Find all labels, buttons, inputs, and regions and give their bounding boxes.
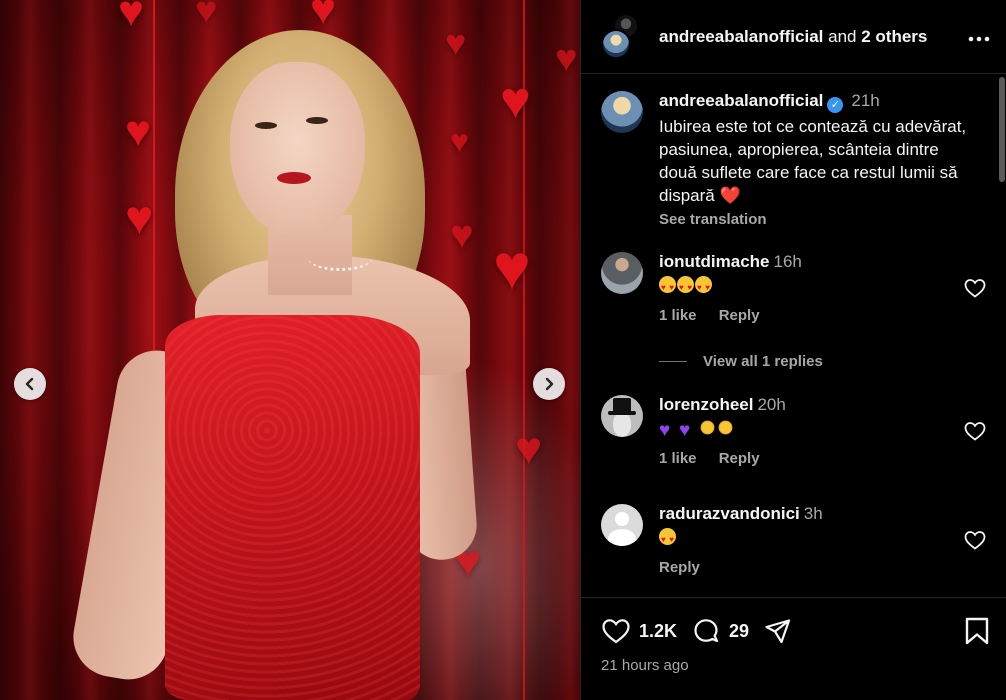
collab-avatars[interactable] [601,12,641,59]
comment-icon[interactable] [691,616,721,646]
comment-time: 3h [803,504,823,523]
heart-decoration: ♥ [310,0,337,34]
avatar[interactable] [601,395,643,437]
eye [306,117,328,124]
sun-emoji [699,419,716,436]
comment-meta: 1 like Reply [659,307,969,324]
heart-icon[interactable] [963,276,987,300]
bookmark-icon[interactable] [963,616,991,646]
eye [255,122,277,129]
heart-decoration: ♥ [555,38,578,80]
comment-text [659,526,969,551]
view-replies-button[interactable]: View all 1 replies [659,353,823,370]
avatar[interactable] [601,28,631,59]
more-options-icon [968,36,990,42]
post-header: andreeabalanofficial and 2 others [581,0,1006,74]
heart-icon[interactable] [963,419,987,443]
comment-time: 20h [757,395,786,414]
post-actions: 1.2K 29 21 hours ago [581,597,1006,700]
necklace [308,245,372,271]
heart-decoration: ♥ [118,0,145,36]
verified-badge-icon: ✓ [827,97,844,113]
purple-heart-emoji: ♥ [659,420,671,441]
caption-time[interactable]: 21h [851,91,879,110]
red-dress [165,315,420,700]
heart-decoration: ♥ [125,192,154,245]
heart-decoration: ♥ [195,0,218,32]
heart-decoration: ♥ [450,123,469,159]
heart-decoration: ♥ [450,213,474,257]
default-avatar-body [608,529,636,546]
avatar[interactable] [601,91,643,133]
reply-button[interactable]: Reply [659,559,700,576]
top-hat-brim [608,411,636,415]
heart-eyes-emoji [659,528,676,551]
comment-count: 29 [729,620,750,641]
comment-username[interactable]: lorenzoheel [659,395,753,414]
heart-decoration: ♥ [125,107,152,156]
comment-username[interactable]: ionutdimache [659,252,770,271]
header-username[interactable]: andreeabalanofficial [659,27,823,46]
heart-icon[interactable] [963,528,987,552]
post-image[interactable]: ♥ ♥ ♥ ♥ ♥ ♥ ♥ ♥ ♥ ♥ ♥ ♥ ♥ ♥ ♥ ♥ [0,0,580,700]
avatar[interactable] [601,252,643,294]
comment-meta: 1 like Reply [659,450,969,467]
comment-likes[interactable]: 1 like [659,307,697,324]
caption-username[interactable]: andreeabalanofficial [659,91,823,110]
purple-heart-emoji: ♥ [679,420,691,441]
prev-image-button[interactable] [14,368,46,400]
top-hat [613,398,631,412]
default-avatar-head [615,512,629,526]
chevron-right-icon [545,377,554,391]
face [230,62,365,237]
comment-meta: Reply [659,559,969,576]
reply-button[interactable]: Reply [719,307,760,324]
comment-likes[interactable]: 1 like [659,450,697,467]
comments-list[interactable]: andreeabalanofficial ✓ 21h Iubirea este to… [581,75,1006,596]
heart-eyes-emoji [659,276,676,299]
avatar[interactable] [601,504,643,546]
heart-icon[interactable] [601,616,631,646]
like-count[interactable]: 1.2K [639,621,677,642]
lips [277,172,311,184]
view-replies-label: View all 1 replies [703,353,823,370]
action-row: 1.2K 29 [601,616,793,646]
heart-decoration: ♥ [500,72,531,130]
see-translation-link[interactable]: See translation [659,211,969,228]
header-connector: and [828,26,857,46]
post-side-panel: andreeabalanofficial and 2 others andree… [580,0,1006,700]
heart-decoration: ♥ [445,22,467,63]
comment-text: ♥ ♥ [659,417,969,440]
scrollbar[interactable] [999,77,1005,182]
caption-text: Iubirea este tot ce contează cu adevărat… [659,117,967,205]
post-timestamp[interactable]: 21 hours ago [601,657,689,674]
heart-eyes-emoji [677,276,694,299]
heart-eyes-emoji [695,276,712,299]
more-options-button[interactable] [968,25,990,48]
reply-button[interactable]: Reply [719,450,760,467]
chevron-left-icon [25,377,34,391]
heart-decoration: ♥ [515,422,543,474]
comment-text [659,274,969,299]
divider-line [659,361,687,362]
comment-username[interactable]: radurazvandonici [659,504,800,523]
header-authors: andreeabalanofficial and 2 others [659,27,968,47]
sun-emoji [717,419,734,436]
next-image-button[interactable] [533,368,565,400]
header-others[interactable]: 2 others [861,27,927,46]
share-icon[interactable] [763,616,793,646]
heart-decoration: ♥ [493,231,531,303]
comment-time: 16h [773,252,802,271]
